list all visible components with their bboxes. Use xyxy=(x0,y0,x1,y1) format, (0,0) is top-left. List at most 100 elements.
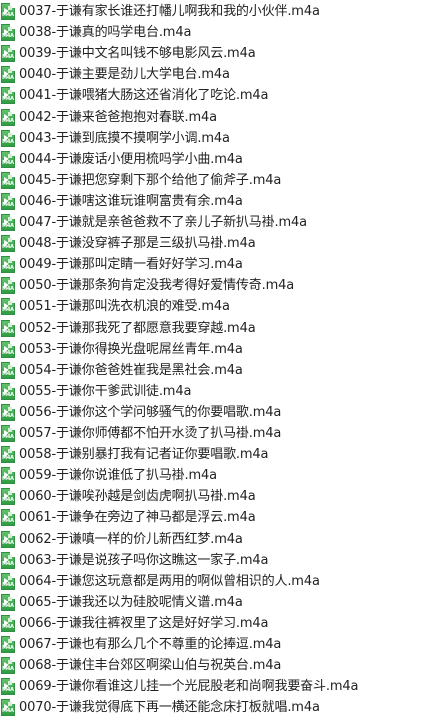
file-name: 0059-于谦你说谁低了扒马褂.m4a xyxy=(19,468,217,484)
file-type-label: M4A xyxy=(2,560,14,567)
m4a-file-icon: M4A xyxy=(1,593,15,611)
file-name: 0046-于谦嗐这谁玩谁啊富贵有余.m4a xyxy=(19,193,243,209)
file-name: 0051-于谦那叫洗衣机浪的难受.m4a xyxy=(19,299,230,315)
file-name: 0047-于谦就是亲爸爸救不了亲儿子新扒马褂.m4a xyxy=(19,215,307,230)
m4a-file-icon: M4A xyxy=(1,467,15,485)
file-row[interactable]: M4A 0063-于谦是说孩子吗你这瞧这一家子.m4a xyxy=(0,550,421,571)
file-name: 0061-于谦争在旁边了神马都是浮云.m4a xyxy=(19,510,256,526)
file-type-label: M4A xyxy=(2,687,14,694)
file-type-label: M4A xyxy=(2,581,14,588)
file-row[interactable]: M4A 0047-于谦就是亲爸爸救不了亲儿子新扒马褂.m4a xyxy=(0,212,421,233)
file-row[interactable]: M4A 0039-于谦中文名叫钱不够电影风云.m4a xyxy=(0,43,421,64)
file-type-label: M4A xyxy=(2,159,14,166)
file-type-label: M4A xyxy=(2,201,14,208)
m4a-file-icon: M4A xyxy=(1,171,15,189)
file-name: 0065-于谦我还以为硅胶呢情义谱.m4a xyxy=(19,594,243,610)
m4a-file-icon: M4A xyxy=(1,488,15,506)
file-type-label: M4A xyxy=(2,434,14,440)
file-type-label: M4A xyxy=(2,370,14,377)
file-row[interactable]: M4A 0052-于谦那我死了都愿意我要穿越.m4a xyxy=(0,318,421,339)
file-type-label: M4A xyxy=(2,328,14,335)
m4a-file-icon: M4A xyxy=(1,699,15,717)
file-row[interactable]: M4A 0046-于谦嗐这谁玩谁啊富贵有余.m4a xyxy=(0,191,421,212)
m4a-file-icon: M4A xyxy=(1,425,15,442)
file-row[interactable]: M4A 0068-于谦住丰台郊区啊梁山伯与祝英台.m4a xyxy=(0,655,421,676)
file-name: 0039-于谦中文名叫钱不够电影风云.m4a xyxy=(19,46,256,62)
file-name: 0054-于谦你爸爸姓崔我是黑社会.m4a xyxy=(19,362,243,378)
file-row[interactable]: M4A 0056-于谦你这个学问够骚气的你要唱歌.m4a xyxy=(0,402,421,423)
file-name: 0048-于谦没穿裤子那是三级扒马褂.m4a xyxy=(19,236,256,252)
file-name: 0070-于谦我觉得底下再一横还能念床打板就唱.m4a xyxy=(19,700,320,716)
m4a-file-icon: M4A xyxy=(1,382,15,400)
file-row[interactable]: M4A 0057-于谦你师傅都不怕开水烫了扒马褂.m4a xyxy=(0,423,421,444)
file-type-label: M4A xyxy=(2,223,14,229)
file-row[interactable]: M4A 0042-于谦来爸爸抱抱对春联.m4a xyxy=(0,107,421,128)
file-row[interactable]: M4A 0049-于谦那叫定睛一看好好学习.m4a xyxy=(0,254,421,275)
file-row[interactable]: M4A 0065-于谦我还以为硅胶呢情义谱.m4a xyxy=(0,592,421,613)
file-row[interactable]: M4A 0060-于谦唉孙越是剑齿虎啊扒马褂.m4a xyxy=(0,486,421,507)
file-type-label: M4A xyxy=(2,623,14,630)
file-row[interactable]: M4A 0059-于谦你说谁低了扒马褂.m4a xyxy=(0,465,421,486)
file-type-label: M4A xyxy=(2,12,14,18)
file-row[interactable]: M4A 0066-于谦我往裤衩里了这是好好学习.m4a xyxy=(0,613,421,634)
m4a-file-icon: M4A xyxy=(1,45,15,63)
file-name: 0058-于谦别暴打我有记者证你要唱歌.m4a xyxy=(19,447,269,463)
file-name: 0043-于谦到底摸不摸啊学小调.m4a xyxy=(19,130,230,146)
m4a-file-icon: M4A xyxy=(1,24,15,42)
file-name: 0049-于谦那叫定睛一看好好学习.m4a xyxy=(19,257,243,273)
file-row[interactable]: M4A 0045-于谦把您穿剩下那个给他了偷斧子.m4a xyxy=(0,170,421,191)
file-type-label: M4A xyxy=(2,96,14,103)
file-row[interactable]: M4A 0041-于谦喂猪大肠这还省消化了吃论.m4a xyxy=(0,85,421,106)
m4a-file-icon: M4A xyxy=(1,657,15,675)
file-name: 0064-于谦您这玩意都是两用的啊似曾相识的人.m4a xyxy=(19,573,320,589)
m4a-file-icon: M4A xyxy=(1,3,15,20)
m4a-file-icon: M4A xyxy=(1,235,15,253)
m4a-file-icon: M4A xyxy=(1,340,15,358)
m4a-file-icon: M4A xyxy=(1,214,15,231)
file-row[interactable]: M4A 0061-于谦争在旁边了神马都是浮云.m4a xyxy=(0,507,421,528)
file-name: 0063-于谦是说孩子吗你这瞧这一家子.m4a xyxy=(19,552,269,568)
file-row[interactable]: M4A 0038-于谦真的吗学电台.m4a xyxy=(0,22,421,43)
m4a-file-icon: M4A xyxy=(1,361,15,379)
file-row[interactable]: M4A 0050-于谦那条狗肯定没我考得好爱情传奇.m4a xyxy=(0,275,421,296)
file-type-label: M4A xyxy=(2,476,14,483)
file-type-label: M4A xyxy=(2,307,14,314)
m4a-file-icon: M4A xyxy=(1,509,15,527)
file-name: 0045-于谦把您穿剩下那个给他了偷斧子.m4a xyxy=(19,172,282,188)
m4a-file-icon: M4A xyxy=(1,129,15,147)
m4a-file-icon: M4A xyxy=(1,446,15,464)
file-type-label: M4A xyxy=(2,645,14,651)
file-row[interactable]: M4A 0044-于谦废话小便用梳吗学小曲.m4a xyxy=(0,149,421,170)
m4a-file-icon: M4A xyxy=(1,277,15,295)
file-type-label: M4A xyxy=(2,497,14,504)
file-name: 0068-于谦住丰台郊区啊梁山伯与祝英台.m4a xyxy=(19,658,282,674)
file-name: 0069-于谦你看谁这儿挂一个光屁股老和尚啊我要奋斗.m4a xyxy=(19,679,359,695)
file-row[interactable]: M4A 0067-于谦也有那么几个不尊重的论捧逗.m4a xyxy=(0,634,421,655)
file-row[interactable]: M4A 0051-于谦那叫洗衣机浪的难受.m4a xyxy=(0,296,421,317)
file-type-label: M4A xyxy=(2,180,14,187)
file-row[interactable]: M4A 0040-于谦主要是劲儿大学电台.m4a xyxy=(0,64,421,85)
file-type-label: M4A xyxy=(2,349,14,356)
m4a-file-icon: M4A xyxy=(1,614,15,632)
file-type-label: M4A xyxy=(2,518,14,525)
file-row[interactable]: M4A 0054-于谦你爸爸姓崔我是黑社会.m4a xyxy=(0,360,421,381)
file-row[interactable]: M4A 0064-于谦您这玩意都是两用的啊似曾相识的人.m4a xyxy=(0,571,421,592)
file-row[interactable]: M4A 0055-于谦你干爹武训徒.m4a xyxy=(0,381,421,402)
file-row[interactable]: M4A 0070-于谦我觉得底下再一横还能念床打板就唱.m4a xyxy=(0,697,421,718)
m4a-file-icon: M4A xyxy=(1,678,15,696)
file-row[interactable]: M4A 0037-于谦有家长谁还打幡儿啊我和我的小伙伴.m4a xyxy=(0,1,421,22)
file-type-label: M4A xyxy=(2,75,14,82)
file-row[interactable]: M4A 0069-于谦你看谁这儿挂一个光屁股老和尚啊我要奋斗.m4a xyxy=(0,676,421,697)
file-name: 0055-于谦你干爹武训徒.m4a xyxy=(19,383,192,399)
m4a-file-icon: M4A xyxy=(1,150,15,168)
file-name: 0052-于谦那我死了都愿意我要穿越.m4a xyxy=(19,320,256,336)
file-type-label: M4A xyxy=(2,117,14,124)
file-row[interactable]: M4A 0053-于谦你得换光盘呢屌丝青年.m4a xyxy=(0,339,421,360)
file-type-label: M4A xyxy=(2,455,14,462)
file-row[interactable]: M4A 0048-于谦没穿裤子那是三级扒马褂.m4a xyxy=(0,233,421,254)
file-row[interactable]: M4A 0058-于谦别暴打我有记者证你要唱歌.m4a xyxy=(0,444,421,465)
file-row[interactable]: M4A 0043-于谦到底摸不摸啊学小调.m4a xyxy=(0,128,421,149)
file-row[interactable]: M4A 0062-于谦嗔一样的价儿新西红梦.m4a xyxy=(0,529,421,550)
file-name: 0067-于谦也有那么几个不尊重的论捧逗.m4a xyxy=(19,637,282,652)
m4a-file-icon: M4A xyxy=(1,108,15,126)
